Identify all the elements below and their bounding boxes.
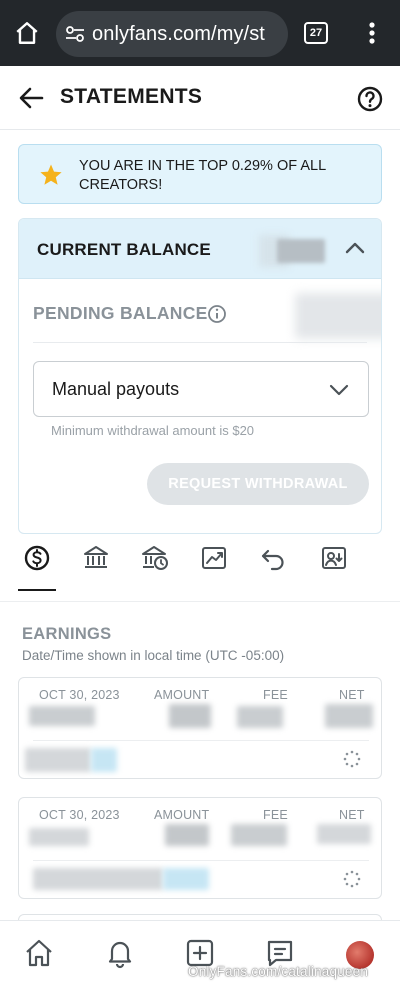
card-divider — [33, 740, 369, 741]
pending-balance-label: PENDING BALANCE — [33, 303, 208, 323]
app-header: STATEMENTS — [0, 66, 400, 130]
redacted-details — [91, 748, 117, 772]
redacted-description — [29, 828, 89, 846]
top-creator-banner: YOU ARE IN THE TOP 0.29% OF ALL CREATORS… — [18, 144, 382, 204]
address-bar[interactable]: onlyfans.com/my/st — [56, 11, 288, 57]
minimum-withdrawal-note: Minimum withdrawal amount is $20 — [51, 423, 255, 438]
redacted-fee — [231, 824, 287, 846]
payout-method-value: Manual payouts — [52, 379, 180, 399]
banner-text: YOU ARE IN THE TOP 0.29% OF ALL CREATORS… — [79, 158, 326, 193]
statement-tabs — [0, 538, 400, 594]
redacted-net — [317, 824, 371, 844]
url-text: onlyfans.com/my/st — [92, 23, 265, 45]
chart-icon[interactable] — [198, 542, 230, 574]
bell-icon[interactable] — [104, 937, 136, 969]
current-balance-header[interactable]: CURRENT BALANCE — [19, 219, 381, 279]
divider — [0, 601, 400, 602]
card-divider — [33, 860, 369, 861]
net-column-label: NET — [339, 688, 365, 702]
net-column-label: NET — [339, 808, 365, 822]
dollar-circle-icon[interactable] — [21, 542, 53, 574]
watermark-text: OnlyFans.com/catalinaqueen — [188, 964, 369, 979]
active-tab-indicator — [18, 589, 56, 591]
redacted-fee — [237, 706, 283, 728]
redacted-details — [25, 748, 91, 772]
page-title: STATEMENTS — [60, 85, 203, 108]
redacted-balance-value — [277, 239, 325, 263]
earnings-heading: EARNINGS — [22, 625, 112, 643]
more-vert-icon[interactable] — [362, 20, 382, 46]
transaction-date: OCT 30, 2023 — [39, 808, 120, 822]
fee-column-label: FEE — [263, 688, 288, 702]
timezone-note: Date/Time shown in local time (UTC -05:0… — [22, 648, 285, 663]
redacted-amount — [165, 824, 209, 846]
info-icon[interactable] — [207, 304, 227, 324]
chevron-up-icon[interactable] — [343, 237, 367, 259]
home-icon[interactable] — [14, 20, 40, 46]
redacted-description — [29, 706, 95, 726]
redacted-net — [325, 704, 373, 728]
pending-spinner-icon — [343, 750, 361, 768]
pending-spinner-icon — [343, 870, 361, 888]
browser-toolbar: onlyfans.com/my/st 27 — [0, 0, 400, 66]
tab-switcher-button[interactable]: 27 — [304, 22, 328, 44]
request-withdrawal-button[interactable]: REQUEST WITHDRAWAL — [147, 463, 369, 505]
balance-card: CURRENT BALANCE PENDING BALANCE Manual p… — [18, 218, 382, 534]
redacted-details — [163, 868, 209, 890]
transaction-card[interactable]: OCT 30, 2023 AMOUNT FEE NET — [18, 677, 382, 779]
star-icon — [40, 164, 62, 185]
help-circle-icon[interactable] — [357, 86, 383, 112]
arrow-back-icon[interactable] — [18, 86, 44, 110]
amount-column-label: AMOUNT — [154, 808, 210, 822]
chevron-down-icon — [329, 384, 349, 396]
bank-icon[interactable] — [80, 542, 112, 574]
home-icon[interactable] — [23, 937, 55, 969]
current-balance-label: CURRENT BALANCE — [37, 240, 211, 259]
payout-method-select[interactable]: Manual payouts — [33, 361, 369, 417]
undo-icon[interactable] — [258, 542, 290, 574]
bank-clock-icon[interactable] — [139, 542, 171, 574]
redacted-amount — [169, 704, 211, 728]
transaction-card[interactable]: OCT 30, 2023 AMOUNT FEE NET — [18, 797, 382, 899]
amount-column-label: AMOUNT — [154, 688, 210, 702]
redacted-details — [33, 868, 163, 890]
transaction-date: OCT 30, 2023 — [39, 688, 120, 702]
fee-column-label: FEE — [263, 808, 288, 822]
redacted-pending-value — [295, 293, 381, 339]
pending-balance-row: PENDING BALANCE — [33, 293, 381, 343]
tune-icon[interactable] — [65, 25, 85, 43]
user-card-icon[interactable] — [318, 542, 350, 574]
